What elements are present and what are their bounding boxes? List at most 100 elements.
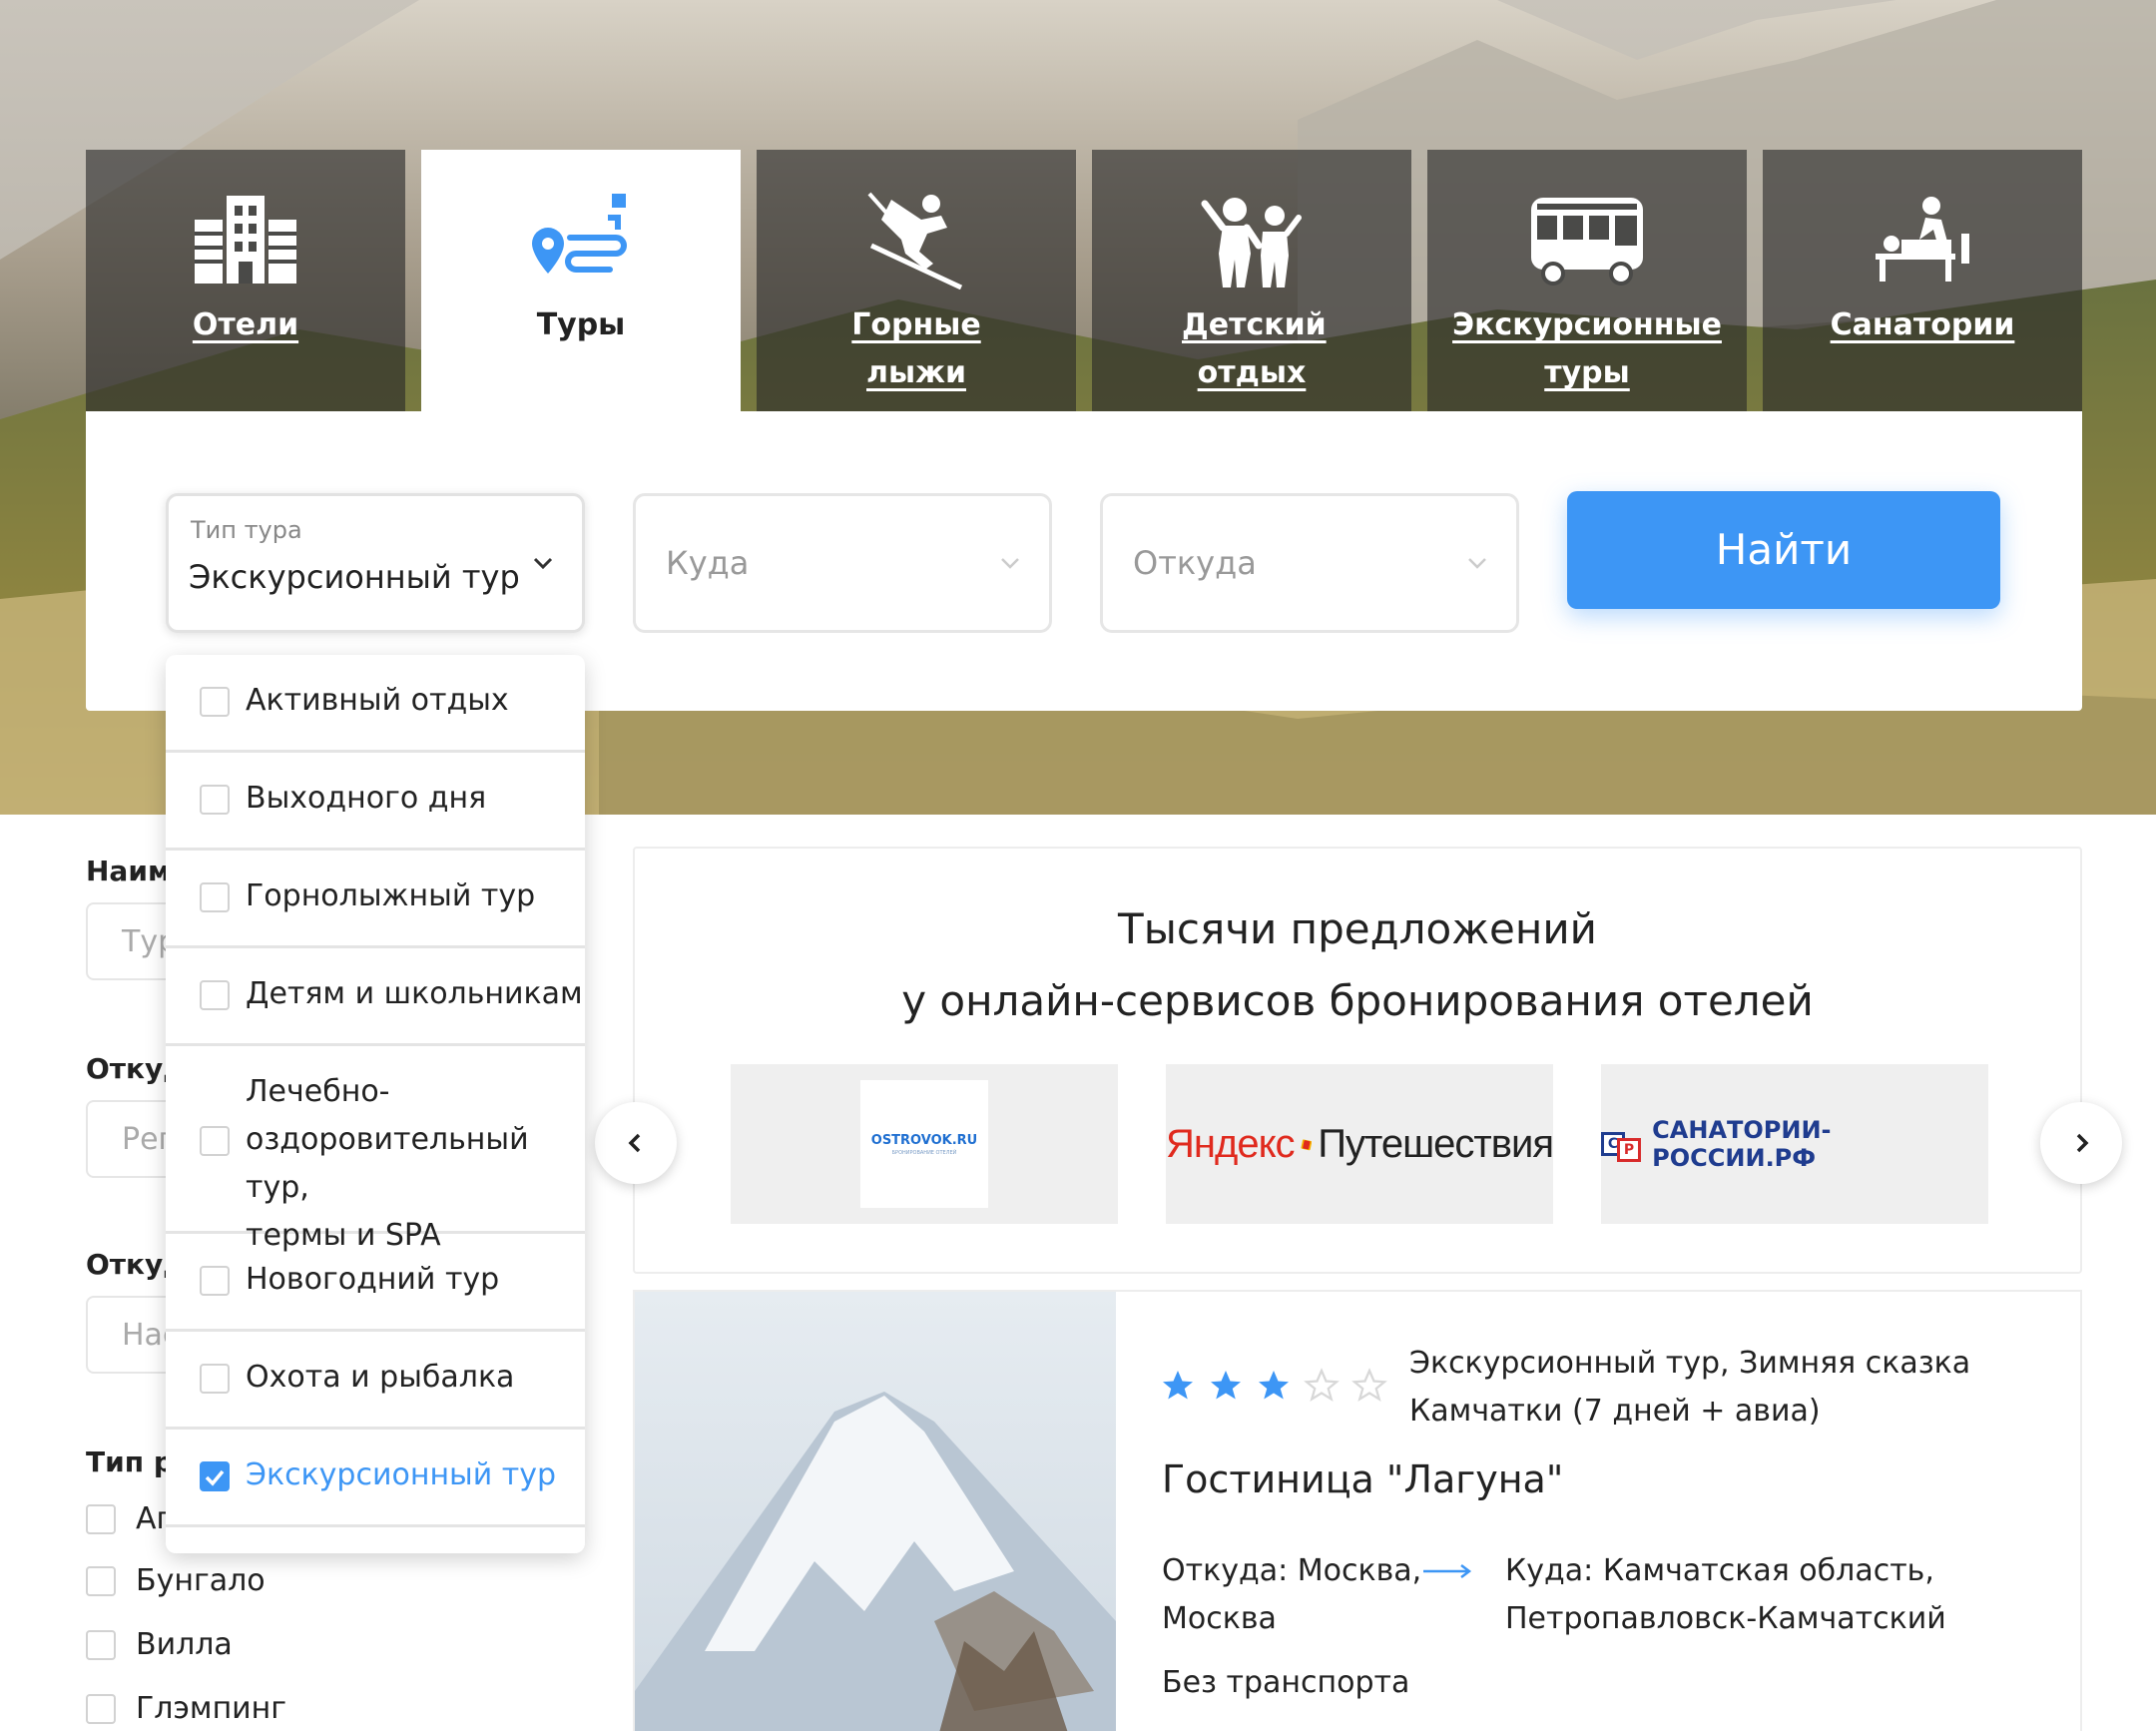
dropdown-option[interactable]: Горнолыжный тур bbox=[166, 851, 585, 948]
tour-type-label: Тип тура bbox=[191, 516, 302, 544]
partners-block: Тысячи предложений у онлайн-сервисов бро… bbox=[633, 847, 2082, 1274]
hotel-name[interactable]: Гостиница "Лагуна" bbox=[1162, 1453, 1563, 1505]
dropdown-option[interactable]: Выходного дня bbox=[166, 753, 585, 851]
chevron-down-icon bbox=[1001, 558, 1019, 569]
origin-placeholder: Откуда bbox=[1133, 544, 1257, 582]
sanatorii-logo-badge: С Р bbox=[1601, 1124, 1644, 1164]
tab-sanatoriums[interactable]: Санатории bbox=[1763, 150, 2082, 411]
ostrovok-logo-text: OSTROVOK.RU bbox=[870, 1132, 978, 1148]
star-filled-icon bbox=[1163, 1371, 1193, 1400]
checkbox[interactable] bbox=[200, 1266, 230, 1296]
dropdown-option[interactable]: Активный отдых bbox=[166, 655, 585, 753]
tour-type-value: Экскурсионный тур, bbox=[189, 558, 518, 596]
dropdown-option-selected[interactable]: Экскурсионный тур bbox=[166, 1430, 585, 1527]
route-pin-icon bbox=[421, 190, 741, 289]
yandex-logo-text: Яндекс bbox=[1166, 1121, 1296, 1166]
star-filled-icon bbox=[1259, 1371, 1289, 1400]
star-empty-icon bbox=[1304, 1368, 1340, 1402]
checkmark-icon bbox=[205, 1469, 225, 1486]
star-filled-icon bbox=[1211, 1371, 1241, 1400]
partners-heading-line1: Тысячи предложений bbox=[1118, 904, 1597, 953]
skier-icon bbox=[757, 190, 1076, 289]
partner-yandex-travel[interactable]: Яндекс Путешествия bbox=[1166, 1064, 1554, 1224]
dropdown-option-label: Экскурсионный тур bbox=[246, 1457, 557, 1492]
checkbox[interactable] bbox=[200, 687, 230, 717]
tab-label: Экскурсионные туры bbox=[1452, 307, 1722, 390]
tab-excursion-tours[interactable]: Экскурсионные туры bbox=[1427, 150, 1747, 411]
to-line2: Петропавловск-Камчатский bbox=[1505, 1601, 1946, 1636]
checkbox[interactable] bbox=[200, 980, 230, 1010]
placement-option[interactable]: Бунгало bbox=[86, 1563, 266, 1598]
destination-select[interactable]: Куда bbox=[633, 493, 1052, 633]
carousel-prev-button[interactable] bbox=[595, 1102, 677, 1184]
placement-option-label: Глэмпинг bbox=[136, 1691, 287, 1726]
tab-label: Отели bbox=[192, 307, 299, 342]
chevron-left-icon bbox=[628, 1133, 641, 1153]
checkbox[interactable] bbox=[86, 1565, 116, 1596]
from-line1: Откуда: Москва, bbox=[1162, 1553, 1422, 1588]
dropdown-option[interactable]: Охота и рыбалка bbox=[166, 1332, 585, 1430]
travel-logo-text: Путешествия bbox=[1318, 1121, 1554, 1166]
dropdown-option[interactable]: Новогодний тур bbox=[166, 1234, 585, 1332]
checkbox[interactable] bbox=[200, 882, 230, 912]
volcano-image bbox=[635, 1292, 1116, 1731]
arrow-right-icon bbox=[1423, 1564, 1472, 1578]
page: Отели Туры Горные лыжи Детский отдых Экс… bbox=[0, 0, 2156, 1731]
dropdown-option-label: Горнолыжный тур bbox=[246, 878, 536, 913]
badge-letter: Р bbox=[1617, 1138, 1641, 1162]
placement-option-label: Бунгало bbox=[136, 1563, 266, 1598]
dropdown-option-label: Выходного дня bbox=[246, 781, 487, 816]
dropdown-option[interactable]: Детям и школьникам bbox=[166, 948, 585, 1046]
tab-hotels[interactable]: Отели bbox=[86, 150, 405, 411]
suitcase-icon bbox=[1300, 1139, 1312, 1151]
find-button[interactable]: Найти bbox=[1567, 491, 2000, 609]
tab-label: Туры bbox=[536, 307, 626, 342]
checkbox[interactable] bbox=[200, 1126, 230, 1156]
chevron-right-icon bbox=[2076, 1133, 2089, 1153]
dropdown-option[interactable]: Лечебно- оздоровительный тур, термы и SP… bbox=[166, 1046, 585, 1253]
destination-placeholder: Куда bbox=[666, 544, 750, 582]
carousel-next-button[interactable] bbox=[2040, 1102, 2122, 1184]
dropdown-option-label: Детям и школьникам bbox=[246, 976, 583, 1011]
checkbox[interactable] bbox=[200, 1364, 230, 1394]
sanatorii-logo-text: САНАТОРИИ-РОССИИ.РФ bbox=[1652, 1116, 1832, 1172]
placement-option-label: Вилла bbox=[136, 1627, 233, 1662]
tab-tours[interactable]: Туры bbox=[421, 150, 741, 411]
placement-option[interactable]: Ап bbox=[86, 1501, 176, 1536]
bus-icon bbox=[1427, 190, 1747, 289]
checkbox-checked[interactable] bbox=[200, 1461, 230, 1491]
partner-sanatorii-rossii[interactable]: С Р САНАТОРИИ-РОССИИ.РФ bbox=[1601, 1064, 1988, 1224]
checkbox[interactable] bbox=[200, 785, 230, 815]
tour-name-line1: Экскурсионный тур, Зимняя сказка bbox=[1409, 1346, 1971, 1381]
ostrovok-logo-sub: БРОНИРОВАНИЕ ОТЕЛЕЙ bbox=[891, 1149, 957, 1156]
children-icon bbox=[1092, 190, 1411, 289]
tab-label: Детский отдых bbox=[1182, 307, 1327, 390]
tab-label: Санатории bbox=[1830, 307, 2015, 342]
hotel-building-icon bbox=[86, 190, 405, 289]
dropdown-option-label: Охота и рыбалка bbox=[246, 1360, 515, 1395]
massage-icon bbox=[1763, 190, 2082, 289]
tab-ski[interactable]: Горные лыжи bbox=[757, 150, 1076, 411]
partners-heading-line2: у онлайн-сервисов бронирования отелей bbox=[901, 976, 1814, 1025]
ostrovok-logo: OSTROVOK.RU БРОНИРОВАНИЕ ОТЕЛЕЙ bbox=[860, 1080, 988, 1208]
tour-name-line2: Камчатки (7 дней + авиа) bbox=[1409, 1394, 1821, 1429]
dropdown-option-label: Новогодний тур bbox=[246, 1262, 500, 1297]
checkbox[interactable] bbox=[86, 1503, 116, 1534]
origin-select[interactable]: Откуда bbox=[1100, 493, 1519, 633]
partner-ostrovok[interactable]: OSTROVOK.RU БРОНИРОВАНИЕ ОТЕЛЕЙ bbox=[731, 1064, 1118, 1224]
from-line2: Москва bbox=[1162, 1601, 1277, 1636]
to-line1: Куда: Камчатская область, bbox=[1505, 1553, 1934, 1588]
checkbox[interactable] bbox=[86, 1693, 116, 1724]
checkbox[interactable] bbox=[86, 1629, 116, 1660]
chevron-down-icon bbox=[533, 557, 553, 570]
dropdown-option-label: Активный отдых bbox=[246, 683, 509, 718]
hotel-photo bbox=[635, 1292, 1116, 1731]
placement-option[interactable]: Вилла bbox=[86, 1627, 233, 1662]
chevron-down-icon bbox=[1468, 558, 1486, 569]
tour-type-dropdown: Активный отдых Выходного дня Горнолыжный… bbox=[166, 655, 585, 1553]
tab-kids[interactable]: Детский отдых bbox=[1092, 150, 1411, 411]
tour-type-select[interactable]: Тип тура Экскурсионный тур, bbox=[166, 493, 585, 633]
tab-label: Горные лыжи bbox=[851, 307, 981, 390]
dropdown-option-label: Лечебно- оздоровительный тур, термы и SP… bbox=[246, 1074, 529, 1253]
placement-option[interactable]: Глэмпинг bbox=[86, 1691, 286, 1726]
